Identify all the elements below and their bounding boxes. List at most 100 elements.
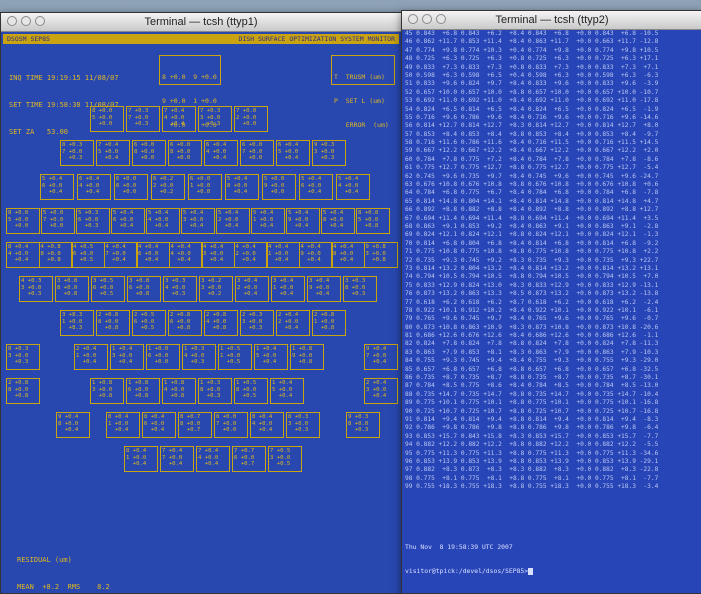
data-row: 76 0.873 +13.2 0.863 +13.3 +8.5 0.873 +1… — [405, 290, 659, 298]
dish-segment: 9 +0.4 8 +0.0 +0.4 — [56, 412, 90, 438]
terminal-content[interactable]: 45 0.843 +6.8 0.843 +6.2 +8.4 0.843 +6.8… — [402, 30, 701, 593]
segment-value: +0.4 — [253, 223, 274, 229]
dish-segment: 5 +0.4 8 +0.0 +0.4 — [225, 174, 259, 200]
dish-segment: 8 +0.3 3 +0.0 +0.3 — [286, 412, 320, 438]
dish-segment: 4 +0.4 7 +0.0 +0.4 — [103, 242, 138, 268]
dish-segment: 7 +0.3 7 +0.0 +0.3 — [126, 106, 160, 132]
segment-value: +0.7 — [234, 461, 255, 467]
title-bar[interactable]: Terminal — tcsh (ttyp1) — [1, 13, 401, 32]
dish-segment: 4 +0.3 3 +0.0 +0.3 — [19, 276, 53, 302]
dish-segment: 9 +0.3 3 +0.0 +0.3 — [312, 140, 346, 166]
segment-value: +0.4 — [366, 393, 387, 399]
segment-value: +0.5 — [93, 291, 114, 297]
reference-box: 8 +0.0 9 +0.0 9 +0.0 1 +0.0 +0.0 +0.0 — [159, 55, 221, 129]
prompt-area[interactable]: Thu Nov 8 19:58:39 UTC 2007 visitor@tpic… — [405, 527, 534, 591]
segment-value: +0.0 — [43, 223, 64, 229]
dish-segment: 3 +0.2 3 +0.0 +0.2 — [199, 276, 233, 302]
data-row: 68 0.863 +9.1 0.853 +9.2 +8.4 0.863 +9.1… — [405, 222, 659, 230]
dish-segment: 9 +0.4 7 +0.0 +0.4 — [364, 344, 398, 370]
dish-segment: 2 +0.4 3 +0.0 +0.4 — [364, 378, 398, 404]
segment-value: +8.3 — [62, 325, 83, 331]
dish-segment: 1 +0.3 8 +0.0 +0.3 — [198, 378, 232, 404]
dish-segment: 8 +0.3 3 +0.0 +0.3 — [6, 344, 40, 370]
segment-value: +0.4 — [333, 257, 354, 263]
segment-value: +0.4 — [113, 223, 134, 229]
segment-value: +0.0 — [236, 121, 257, 127]
segment-value: +0.4 — [162, 461, 183, 467]
data-row: 62 0.745 +9.6 0.735 +9.7 +8.4 0.745 +9.6… — [405, 172, 659, 180]
dish-segment: 1 +0.5 8 +0.0 +0.5 — [234, 378, 268, 404]
data-row: 52 0.657 +10.0 0.657 +10.0 +8.8 0.657 +1… — [405, 88, 659, 96]
dish-segment: 3 +0.3 8 +0.0 +0.3 — [343, 276, 377, 302]
dish-segment: 8 +0.0 5 +0.0 +0.0 — [90, 106, 124, 132]
segment-value: +0.4 — [268, 257, 289, 263]
data-row: 93 0.853 +15.7 0.843 +15.8 +8.3 0.853 +1… — [405, 432, 659, 440]
legend-line: ERROR (um) — [334, 121, 389, 129]
segment-value: +0.4 — [58, 427, 79, 433]
segment-value: +0.8 — [365, 257, 386, 263]
segment-value: +0.3 — [314, 155, 335, 161]
segment-value: +0.4 — [300, 257, 321, 263]
dish-segment: 5 +0.3 6 +0.0 +0.3 — [76, 208, 110, 234]
segment-value: +0.4 — [138, 257, 159, 263]
window-title: Terminal — tcsh (ttyp2) — [495, 14, 609, 26]
data-row: 53 0.692 +11.0 0.692 +11.0 +8.4 0.692 +1… — [405, 97, 659, 105]
data-row: 51 0.833 +9.6 0.824 +9.7 +8.4 0.833 +9.6… — [405, 80, 659, 88]
segment-value: +0.4 — [278, 155, 299, 161]
segment-value: +0.3 — [345, 291, 366, 297]
dish-segment: 5 +0.4 3 +0.0 +0.4 — [181, 208, 215, 234]
segment-value: +0.8 — [57, 291, 78, 297]
data-row: 99 0.755 +18.3 0.755 +18.3 +8.8 0.755 +1… — [405, 483, 659, 491]
data-row: 79 0.765 +9.6 0.745 +9.7 +8.4 0.765 +9.6… — [405, 315, 659, 323]
dish-segment: 3 +0.4 1 +0.0 +0.4 — [271, 276, 305, 302]
dish-segment: 7 +0.4 7 +0.0 +0.4 — [160, 446, 194, 472]
segment-value: +0.0 — [116, 189, 137, 195]
dish-segment: 4 +0.4 9 +0.0 +0.4 — [298, 242, 333, 268]
dish-segment: 1 +0.0 6 +0.0 +0.0 — [146, 344, 180, 370]
dish-segment: 8 +0.4 1 +0.0 +0.4 — [106, 412, 140, 438]
data-row: 48 0.725 +6.3 0.725 +6.3 +0.8 0.725 +6.3… — [405, 55, 659, 63]
data-row: 46 0.862 +11.7 0.853 +11.4 +8.4 0.863 +1… — [405, 38, 659, 46]
data-row: 60 0.784 +7.8 0.775 +7.2 +8.4 0.784 +7.8… — [405, 155, 659, 163]
segment-value: +0.3 — [21, 291, 42, 297]
segment-value: +0.4 — [183, 223, 204, 229]
dish-segment: 5 +0.4 4 +0.0 +0.4 — [146, 208, 180, 234]
data-row: 97 0.882 +8.3 0.873 +8.3 +8.3 0.882 +8.3… — [405, 466, 659, 474]
data-row: 65 0.814 +14.8 0.804 +14.1 +8.4 0.814 +1… — [405, 197, 659, 205]
terminal-content[interactable]: DSOSM SEP85 DISH SURFACE OPTIMIZATION SY… — [1, 32, 401, 593]
data-row: 87 0.784 +8.5 0.775 +8.6 +8.4 0.784 +8.5… — [405, 382, 659, 390]
dish-segment: 4 +0.5 6 +0.0 +0.5 — [71, 242, 105, 268]
segment-value: +0.4 — [288, 223, 309, 229]
dish-segment: 2 +0.8 4 +0.0 +0.8 — [204, 310, 238, 336]
data-row: 88 0.735 +14.7 0.735 +14.7 +8.8 0.735 +1… — [405, 390, 659, 398]
dish-segment: 2 +0.5 6 +0.0 +0.5 — [132, 310, 166, 336]
shell-prompt: visitor@tpick:/devel/dsos/SEP85> — [405, 567, 529, 575]
segment-value: +0.0 — [92, 121, 113, 127]
dish-segment: 1 +0.8 9 +0.0 +0.8 — [290, 344, 324, 370]
data-row: 58 0.716 +11.6 0.786 +11.6 +8.4 0.716 +1… — [405, 139, 659, 147]
segment-value: +0.4 — [76, 359, 97, 365]
segment-value: +0.4 — [144, 427, 165, 433]
data-row: 98 0.775 +8.1 0.775 +8.1 +8.8 0.775 +8.1… — [405, 474, 659, 482]
terminal-window-ttyp1[interactable]: Terminal — tcsh (ttyp1) DSOSM SEP85 DISH… — [0, 12, 402, 594]
data-row: 70 0.814 +6.8 0.804 +6.8 +8.4 0.814 +6.8… — [405, 239, 659, 247]
segment-value: +0.3 — [242, 325, 263, 331]
segment-value: +0.4 — [278, 325, 299, 331]
data-row: 54 0.824 +6.5 0.814 +6.5 +8.4 0.824 +6.5… — [405, 105, 659, 113]
dish-segment: 3 +0.4 2 +0.0 +0.4 — [235, 276, 269, 302]
date-output: Thu Nov 8 19:58:39 UTC 2007 — [405, 543, 513, 551]
segment-value: +0.8 — [92, 393, 113, 399]
dish-segment: 5 +0.4 4 +0.0 +0.4 — [336, 174, 370, 200]
data-row: 85 0.657 +6.8 0.657 +6.8 +8.8 0.657 +6.8… — [405, 365, 659, 373]
dish-segment: 5 +0.4 6 +0.0 +0.4 — [111, 208, 145, 234]
segment-value: +0.3 — [62, 155, 83, 161]
segment-value: +0.4 — [148, 223, 169, 229]
dish-segment: 6 +0.4 4 +0.0 +0.4 — [204, 140, 238, 166]
dish-segment: 1 +0.8 3 +0.0 +0.8 — [90, 378, 124, 404]
dish-segment: 6 +0.0 6 +0.0 +0.0 — [114, 174, 148, 200]
terminal-window-ttyp2[interactable]: Terminal — tcsh (ttyp2) 45 0.843 +6.8 0.… — [401, 10, 701, 594]
segment-value: +0.8 — [129, 291, 150, 297]
segment-value: +0.3 — [200, 393, 221, 399]
title-bar[interactable]: Terminal — tcsh (ttyp2) — [402, 11, 701, 30]
data-row: 92 0.786 +9.8 0.786 +9.8 +8.8 0.786 +9.8… — [405, 424, 659, 432]
